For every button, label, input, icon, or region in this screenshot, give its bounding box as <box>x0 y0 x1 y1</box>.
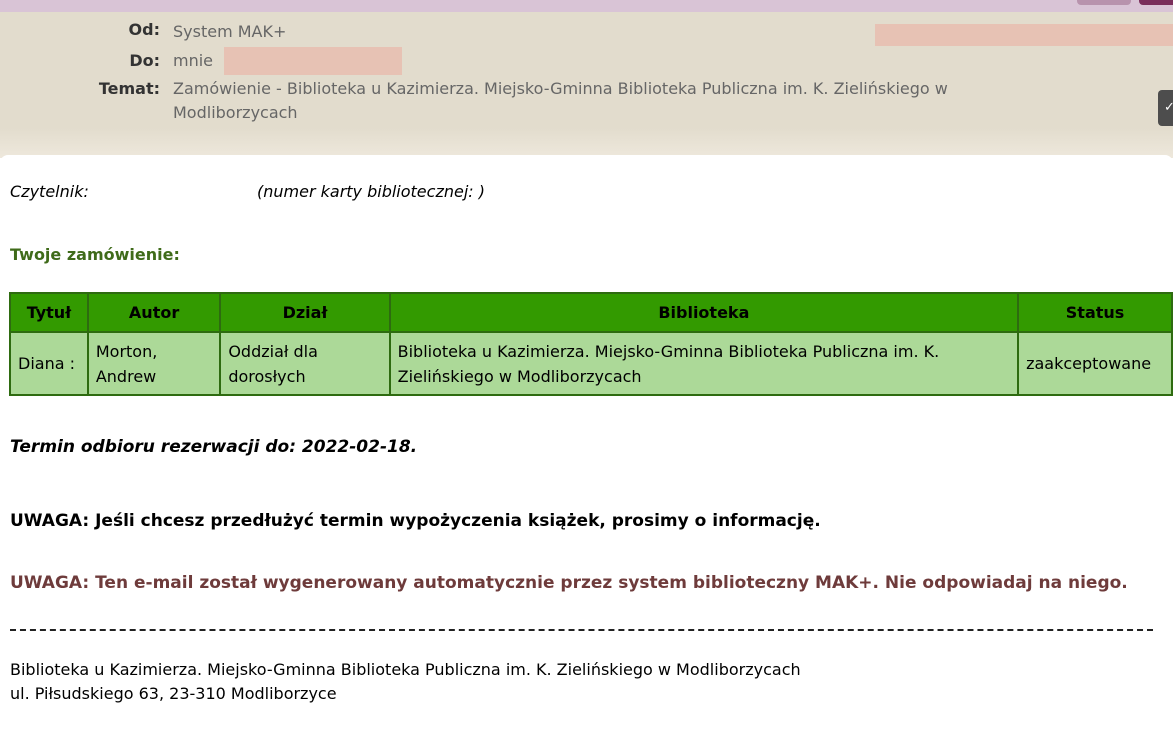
from-value[interactable]: System MAK+ <box>173 20 286 44</box>
from-label: Od: <box>128 20 160 39</box>
toolbar-button[interactable] <box>1077 0 1131 5</box>
header-fade <box>0 128 1173 158</box>
column-header: Status <box>1017 292 1173 333</box>
cell-author: Morton, Andrew <box>86 331 222 396</box>
extension-notice: UWAGA: Jeśli chcesz przedłużyć termin wy… <box>10 511 821 531</box>
top-toolbar-strip <box>0 0 1173 12</box>
library-card-label: (numer karty bibliotecznej: ) <box>257 182 485 201</box>
cell-title: Diana : <box>9 331 89 396</box>
table-row: Diana : Morton, Andrew Oddział dla doros… <box>9 331 1173 396</box>
cell-section: Oddział dla dorosłych <box>219 331 391 396</box>
footer-address: ul. Piłsudskiego 63, 23-310 Modliborzyce <box>10 684 337 703</box>
column-header: Autor <box>86 292 222 333</box>
subject-label: Temat: <box>98 79 160 98</box>
column-header: Tytuł <box>9 292 89 333</box>
toolbar-button[interactable] <box>1139 0 1173 5</box>
check-icon[interactable]: ✓ <box>1158 90 1173 126</box>
reader-label: Czytelnik: <box>10 182 89 201</box>
redacted-block <box>875 24 1173 46</box>
footer-library-name: Biblioteka u Kazimierza. Miejsko-Gminna … <box>10 660 801 679</box>
order-heading: Twoje zamówienie: <box>10 245 180 264</box>
column-header: Dział <box>219 292 391 333</box>
email-body: Czytelnik: (numer karty bibliotecznej: )… <box>0 155 1173 739</box>
auto-generated-notice: UWAGA: Ten e-mail został wygenerowany au… <box>10 573 1128 593</box>
order-table: Tytuł Autor Dział Biblioteka Status Dian… <box>9 292 1173 396</box>
cell-library: Biblioteka u Kazimierza. Miejsko-Gminna … <box>388 331 1020 396</box>
to-value[interactable]: mnie <box>173 49 213 73</box>
column-header: Biblioteka <box>388 292 1020 333</box>
cell-status: zaakceptowane <box>1017 331 1173 396</box>
separator <box>10 629 1153 631</box>
redacted-block <box>224 47 402 75</box>
pickup-deadline: Termin odbioru rezerwacji do: 2022-02-18… <box>10 437 418 457</box>
table-header-row: Tytuł Autor Dział Biblioteka Status <box>9 292 1173 333</box>
subject-value: Zamówienie - Biblioteka u Kazimierza. Mi… <box>173 79 948 122</box>
to-label: Do: <box>129 51 160 70</box>
